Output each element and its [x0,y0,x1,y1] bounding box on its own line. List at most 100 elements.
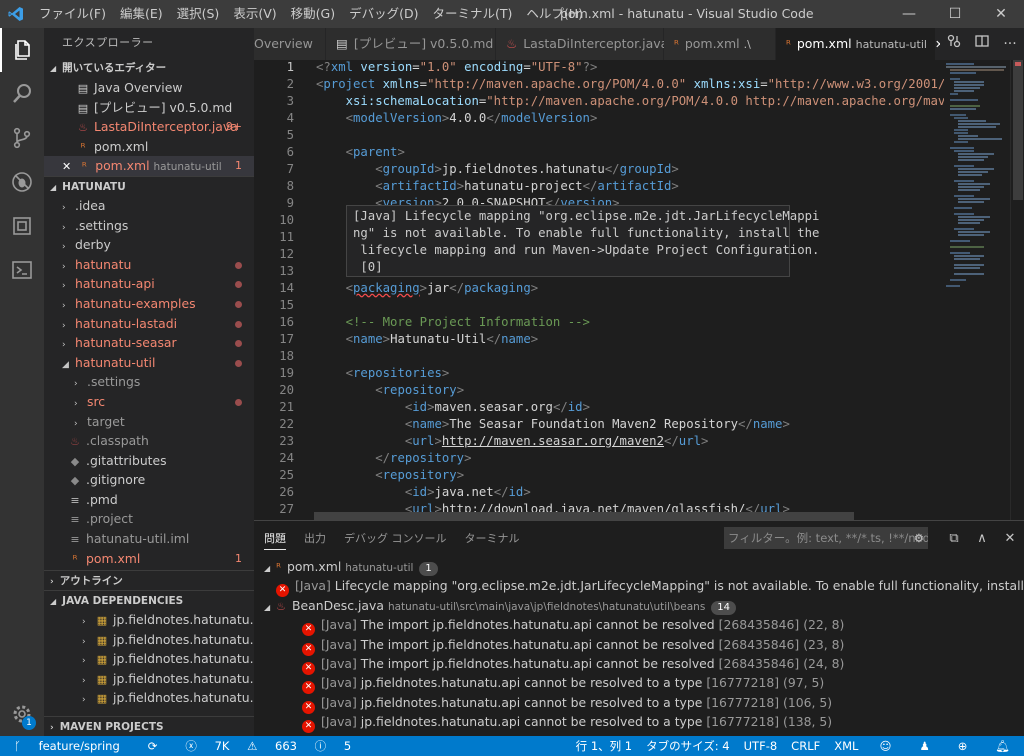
menu-terminal[interactable]: ターミナル(T) [425,0,519,28]
problem-item[interactable]: ✕ [Java] jp.fieldnotes.hatunatu.api canno… [254,673,1024,695]
tree-file[interactable]: ≡ .project [44,509,254,529]
tree-folder[interactable]: › hatunatu-lastadi [44,314,254,334]
tree-folder[interactable]: › target [44,412,254,432]
open-changes-button[interactable] [940,28,968,60]
problem-item[interactable]: ✕ [Java] jp.fieldnotes.hatunatu.api canno… [254,712,1024,734]
menu-edit[interactable]: 編集(E) [113,0,170,28]
split-editor-button[interactable] [968,28,996,60]
open-editor-item[interactable]: ▤ Java Overview [44,78,254,98]
sync-button[interactable]: ⟳ [134,736,172,756]
tab-java-overview[interactable]: Overview [254,28,326,60]
tree-folder[interactable]: › derby [44,235,254,255]
problem-item[interactable]: ✕ [Java] The import jp.fieldnotes.hatunat… [254,654,1024,675]
terminal-activity-button[interactable] [0,248,44,292]
problem-group[interactable]: ◢ ♨ BeanDesc.java hatunatu-util\src\main\ja… [254,596,1024,615]
open-editor-item-active[interactable]: ✕ ᴿ pom.xml hatunatu-util 1 [44,156,254,176]
compare-icon [947,34,961,48]
problem-group[interactable]: ◢ ᴿ pom.xml hatunatu-util 1 [254,557,1024,576]
dependency-item[interactable]: › ▦ jp.fieldnotes.hatunatu.... [44,688,254,708]
dependency-item[interactable]: › ▦ jp.fieldnotes.hatunatu.... [44,630,254,650]
chevron-down-icon: ◢ [50,597,57,606]
tree-folder[interactable]: › .idea [44,196,254,216]
project-header[interactable]: ◢ HATUNATU [44,175,254,196]
tab-size[interactable]: タブのサイズ: 4 [639,736,737,756]
menu-selection[interactable]: 選択(S) [170,0,227,28]
tree-file[interactable]: ᴿ pom.xml 1 [44,549,254,569]
more-actions-button[interactable]: ··· [996,28,1024,60]
dependency-item[interactable]: › ▦ jp.fieldnotes.hatunatu.... [44,610,254,630]
menu-debug[interactable]: デバッグ(D) [342,0,425,28]
source-control-activity-button[interactable] [0,116,44,160]
problem-item[interactable]: ✕ [Java] The import jp.fieldnotes.hatunat… [254,635,1024,656]
menu-view[interactable]: 表示(V) [226,0,283,28]
tab-lastadiinterceptor[interactable]: ♨ LastaDiInterceptor.java [496,28,668,60]
open-editor-item[interactable]: ᴿ pom.xml [44,137,254,157]
dependency-item[interactable]: › ▦ jp.fieldnotes.hatunatu.... [44,669,254,689]
open-editor-item[interactable]: ▤ [プレビュー] v0.5.0.md [44,98,254,118]
tree-folder[interactable]: › .settings [44,216,254,236]
menu-file[interactable]: ファイル(F) [32,0,113,28]
maven-projects-header[interactable]: › MAVEN PROJECTS [44,716,254,736]
settings-activity-button[interactable]: 1 [0,692,44,736]
tree-folder[interactable]: › hatunatu-examples [44,294,254,314]
outline-header[interactable]: › アウトライン [44,570,254,590]
tree-file[interactable]: ◆ .gitignore [44,470,254,490]
remote-button[interactable]: ⊕ [944,736,982,756]
encoding[interactable]: UTF-8 [737,736,785,756]
tab-output[interactable]: 出力 [304,521,326,557]
accounts-button[interactable]: ♟ [905,736,943,756]
tree-folder[interactable]: › src [44,392,254,412]
code-editor[interactable]: 1 2 3 4 5 6 7 8 9 10 11 12 13 14 15 16 17 18 19 20 21 22 23 24 2… [254,60,944,520]
close-panel-button[interactable]: ✕ [996,521,1024,557]
tree-folder[interactable]: › hatunatu-api [44,274,254,294]
minimap[interactable] [944,60,1010,520]
open-editor-item[interactable]: ♨ LastaDiInterceptor.java 9+ [44,117,254,137]
scroll-thumb[interactable] [1013,60,1023,200]
java-dependencies-header[interactable]: ◢ JAVA DEPENDENCIES [44,590,254,610]
minimize-button[interactable]: — [886,0,932,28]
maximize-button[interactable]: ☐ [932,0,978,28]
tab-preview-v050[interactable]: ▤ [プレビュー] v0.5.0.md [326,28,496,60]
git-branch-icon: ᚴ [14,739,25,753]
open-editors-header[interactable]: ◢ 開いているエディター [44,58,254,78]
vertical-scrollbar[interactable] [1010,60,1024,520]
search-activity-button[interactable] [0,72,44,116]
tree-file[interactable]: ≡ .pmd [44,490,254,510]
feedback-button[interactable]: ☺ [865,736,905,756]
tree-folder-expanded[interactable]: ◢ hatunatu-util [44,353,254,373]
tree-file[interactable]: ♨ .classpath [44,431,254,451]
tab-terminal[interactable]: ターミナル [465,521,520,557]
branch-status[interactable]: ᚴ feature/spring [0,736,134,756]
tab-pom-root[interactable]: ᴿ pom.xml .\ [664,28,776,60]
close-icon[interactable]: ✕ [62,160,71,173]
menu-go[interactable]: 移動(G) [284,0,342,28]
tab-pom-hatunatu-util[interactable]: ᴿpom.xmlhatunatu-util✕ [776,28,944,60]
explorer-activity-button[interactable] [0,28,44,72]
filter-options-icon[interactable]: ⚙ [914,527,924,549]
problems-filter-input[interactable]: フィルター。例: text, **/*.ts, !**/nod... ⚙ [724,527,928,549]
tree-folder[interactable]: › hatunatu-seasar [44,333,254,353]
line-ending[interactable]: CRLF [784,736,827,756]
language-mode[interactable]: XML [827,736,865,756]
code-link[interactable]: http://maven.seasar.org/maven2 [442,434,664,448]
maximize-panel-button[interactable]: ∧ [968,521,996,557]
tab-debug-console[interactable]: デバッグ コンソール [344,521,447,557]
problem-item[interactable]: ✕ [Java] The import jp.fieldnotes.hatunat… [254,615,1024,637]
close-window-button[interactable]: ✕ [978,0,1024,28]
tree-folder[interactable]: › hatunatu [44,255,254,275]
extensions-activity-button[interactable] [0,204,44,248]
tree-file[interactable]: ◆ .gitattributes [44,451,254,471]
collapse-all-button[interactable]: ⧉ [940,521,968,557]
tree-file[interactable]: ≡ hatunatu-util.iml [44,529,254,549]
dependency-item[interactable]: › ▦ jp.fieldnotes.hatunatu.... [44,649,254,669]
problem-item[interactable]: ✕ [Java] jp.fieldnotes.hatunatu.api canno… [254,693,1024,714]
horizontal-scrollbar[interactable] [314,512,854,520]
notifications-button[interactable]: 🔔︎ [981,736,1024,756]
tree-folder[interactable]: › .settings [44,372,254,392]
classpath-file-icon: ♨ [70,435,80,449]
tab-problems[interactable]: 問題 [264,528,286,550]
debug-activity-button[interactable] [0,160,44,204]
problems-status[interactable]: ⓧ 7K ⚠ 663 ⓘ 5 [171,736,365,756]
problem-item[interactable]: ✕ [Java] Lifecycle mapping "org.eclipse.m… [254,576,1024,598]
cursor-position[interactable]: 行 1、列 1 [569,736,639,756]
